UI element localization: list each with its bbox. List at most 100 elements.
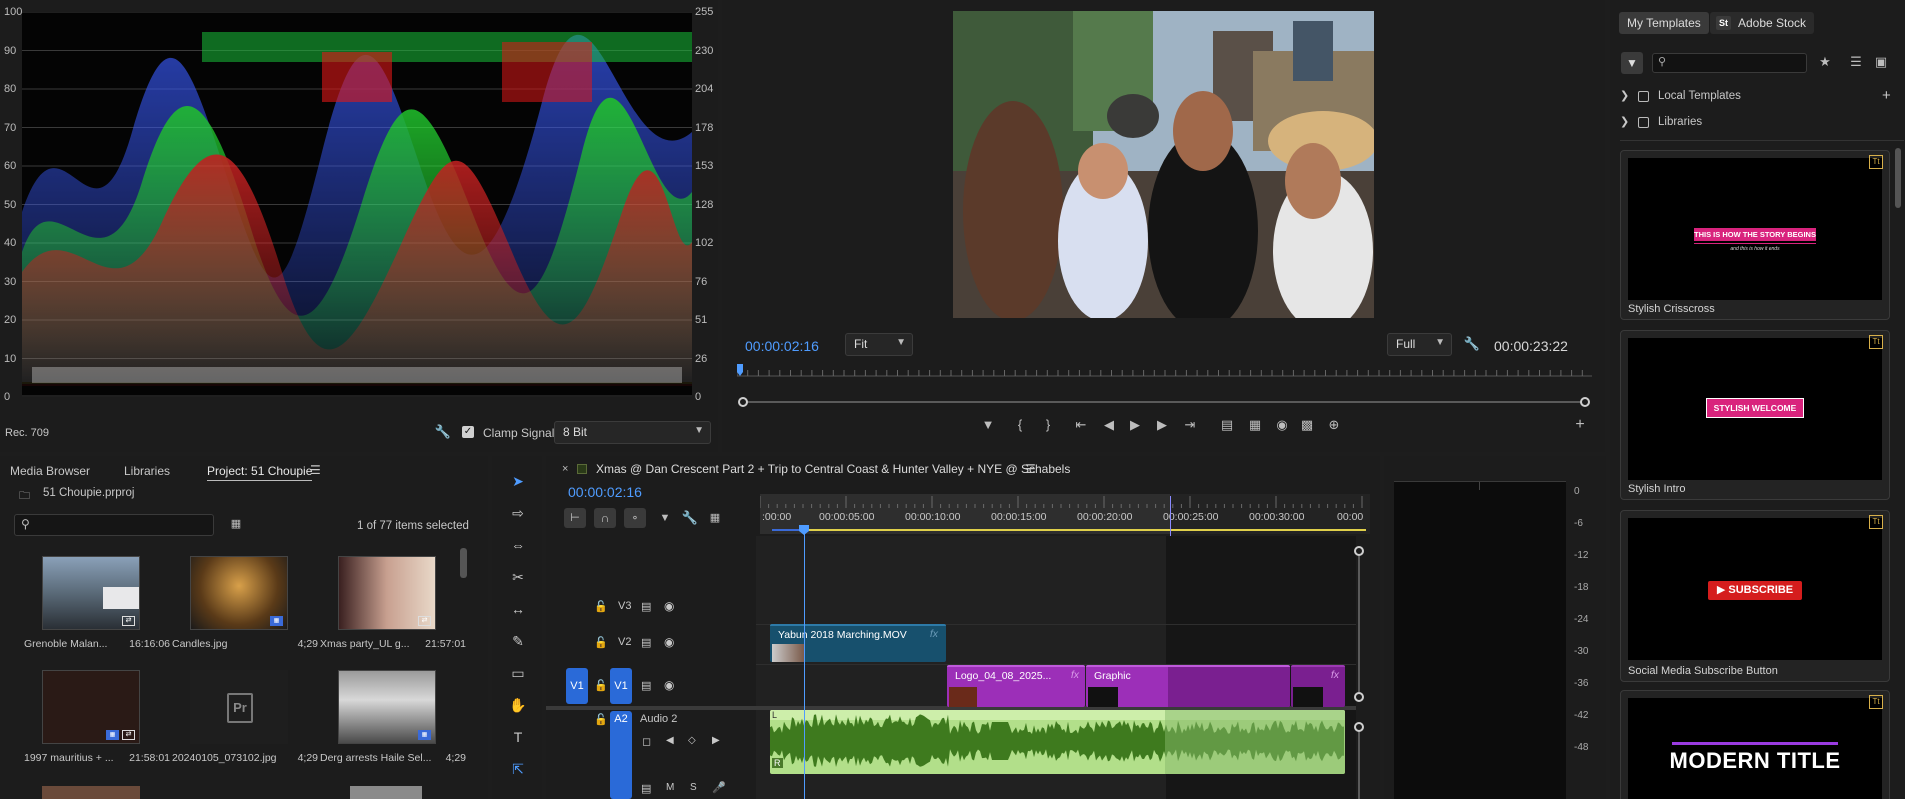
go-to-out-icon[interactable]: ⇥: [1181, 417, 1199, 435]
template-card[interactable]: STYLISH WELCOME Tt Stylish Intro: [1620, 330, 1890, 500]
bit-depth-select[interactable]: 8 Bit ▼: [554, 421, 711, 444]
zoom-fit-select[interactable]: Fit ▼: [845, 333, 913, 356]
source-patch-v1[interactable]: V1: [566, 668, 588, 704]
star-icon[interactable]: ★: [1816, 54, 1834, 72]
tab-libraries[interactable]: Libraries: [124, 464, 170, 478]
lock-icon[interactable]: 🔓: [594, 713, 608, 726]
program-timecode-current[interactable]: 00:00:02:16: [745, 338, 819, 354]
timeline-ruler[interactable]: :00:00 00:00:05:00 00:00:10:00 00:00:15:…: [760, 494, 1370, 534]
new-item-icon[interactable]: ▣: [1872, 54, 1890, 72]
project-item[interactable]: ⇄ Xmas party_UL g... 21:57:01: [320, 556, 468, 666]
razor-tool-icon[interactable]: ✂: [506, 566, 530, 588]
rectangle-tool-icon[interactable]: ▭: [506, 662, 530, 684]
tab-my-templates[interactable]: My Templates: [1619, 12, 1709, 34]
tab-media-browser[interactable]: Media Browser: [10, 464, 90, 478]
project-item[interactable]: ▦ ⇄ 1997 mauritius + ... 21:58:01: [24, 670, 172, 780]
ripple-edit-tool-icon[interactable]: ⇔: [506, 534, 530, 556]
add-button-icon[interactable]: +: [1571, 417, 1589, 435]
project-item[interactable]: ▦ Candles.jpg 4;29: [172, 556, 320, 666]
proxy-toggle-icon[interactable]: ⊕: [1325, 417, 1343, 435]
sequence-tab[interactable]: Xmas @ Dan Crescent Part 2 + Trip to Cen…: [596, 462, 1070, 476]
timeline-timecode[interactable]: 00:00:02:16: [568, 484, 642, 500]
project-item[interactable]: ⇄ Grenoble Malan... 16:16:06: [24, 556, 172, 666]
export-frame-icon[interactable]: ◉: [1273, 417, 1291, 435]
tree-item-libraries[interactable]: ❯ Libraries: [1620, 113, 1900, 133]
snap-magnet-icon[interactable]: ∩: [594, 508, 616, 528]
tree-item-local-templates[interactable]: ❯ Local Templates +: [1620, 87, 1900, 107]
template-card[interactable]: ▶ SUBSCRIBE Tt Social Media Subscribe Bu…: [1620, 510, 1890, 682]
extract-icon[interactable]: ▦: [1246, 417, 1264, 435]
playback-resolution-select[interactable]: Full ▼: [1387, 333, 1452, 356]
step-forward-icon[interactable]: ▶: [1153, 417, 1171, 435]
eye-icon[interactable]: ◉: [664, 635, 674, 649]
program-time-ruler[interactable]: [736, 362, 1592, 380]
track-select-tool-icon[interactable]: ⇨: [506, 502, 530, 524]
clip-audio[interactable]: L R: [770, 710, 1345, 774]
eye-icon[interactable]: ◉: [664, 599, 674, 613]
lock-icon[interactable]: 🔓: [594, 679, 608, 692]
clip-logo[interactable]: Logo_04_08_2025... fx: [947, 665, 1085, 707]
lock-icon[interactable]: 🔓: [594, 636, 608, 649]
close-icon[interactable]: ×: [562, 463, 568, 475]
panel-menu-icon[interactable]: ☰: [1025, 462, 1036, 476]
prev-keyframe-icon[interactable]: ◀: [666, 735, 674, 746]
list-view-icon[interactable]: ☰: [1847, 54, 1865, 72]
type-tool-icon[interactable]: T: [506, 726, 530, 748]
scrollbar-handle-bottom[interactable]: [1354, 692, 1364, 702]
add-icon[interactable]: +: [1882, 87, 1891, 104]
item-thumbnail[interactable]: [42, 786, 140, 799]
filter-icon[interactable]: ▼: [1621, 52, 1643, 74]
clip-yabun-marching[interactable]: Yabun 2018 Marching.MOV fx: [770, 624, 946, 662]
eye-icon[interactable]: ◉: [664, 678, 674, 692]
clip-graphic[interactable]: Graphic fx: [1086, 665, 1290, 707]
pen-tool-icon[interactable]: ✎: [506, 630, 530, 652]
template-search-input[interactable]: ⚲: [1652, 53, 1807, 73]
comparison-view-icon[interactable]: ▩: [1298, 417, 1316, 435]
step-back-icon[interactable]: ◀: [1100, 417, 1118, 435]
generative-extend-tool-icon[interactable]: ⇱: [506, 758, 530, 780]
clamp-signal-checkbox[interactable]: ✓: [462, 426, 474, 438]
add-marker-icon[interactable]: ▼: [656, 510, 674, 528]
wrench-icon[interactable]: 🔧: [681, 510, 699, 528]
microphone-icon[interactable]: 🎤: [712, 781, 726, 794]
scrollbar-handle-left[interactable]: [738, 397, 748, 407]
project-item[interactable]: ▦ Derg arrests Haile Sel... 4;29: [320, 670, 468, 780]
marker-icon[interactable]: ▼: [979, 417, 997, 435]
go-to-in-icon[interactable]: ⇤: [1072, 417, 1090, 435]
template-card[interactable]: MODERN TITLE Tt: [1620, 690, 1890, 799]
playhead-line[interactable]: [804, 534, 805, 799]
sync-lock-icon[interactable]: ▤: [641, 782, 651, 795]
find-icon[interactable]: ▦: [227, 516, 245, 534]
tab-adobe-stock[interactable]: St Adobe Stock: [1710, 12, 1815, 34]
item-thumbnail[interactable]: [350, 786, 422, 799]
lock-icon[interactable]: 🔓: [594, 600, 608, 613]
track-target-v1[interactable]: V1: [610, 668, 632, 704]
play-icon[interactable]: ▶: [1126, 417, 1144, 435]
tab-project[interactable]: Project: 51 Choupie: [207, 464, 313, 481]
tree-checkbox[interactable]: [1638, 117, 1649, 128]
selection-tool-icon[interactable]: ➤: [506, 470, 530, 492]
slip-tool-icon[interactable]: ↔: [506, 598, 530, 620]
next-keyframe-icon[interactable]: ▶: [712, 735, 720, 746]
mute-button[interactable]: M: [666, 782, 674, 793]
program-zoom-scrollbar[interactable]: [738, 397, 1590, 407]
sync-lock-icon[interactable]: ▤: [641, 636, 651, 649]
project-item[interactable]: Pr 20240105_073102.jpg 4;29: [172, 670, 320, 780]
project-search-input[interactable]: ⚲: [14, 514, 214, 536]
keyframe-icon[interactable]: ◻: [642, 735, 651, 748]
sync-lock-icon[interactable]: ▤: [641, 600, 651, 613]
clip-graphic-end[interactable]: fx: [1291, 665, 1345, 707]
sync-lock-icon[interactable]: ▤: [641, 679, 651, 692]
wrench-icon[interactable]: 🔧: [1463, 336, 1481, 354]
wrench-icon[interactable]: 🔧: [434, 424, 452, 442]
hand-tool-icon[interactable]: ✋: [506, 694, 530, 716]
scrollbar-handle-right[interactable]: [1580, 397, 1590, 407]
captions-icon[interactable]: ▦: [706, 510, 724, 528]
project-scrollbar[interactable]: [460, 548, 467, 578]
mark-in-icon[interactable]: {: [1011, 417, 1029, 435]
audio-scrollbar-handle[interactable]: [1354, 722, 1364, 732]
scrollbar-handle-top[interactable]: [1354, 546, 1364, 556]
lift-icon[interactable]: ▤: [1218, 417, 1236, 435]
chevron-right-icon[interactable]: ❯: [1620, 89, 1629, 102]
nest-toggle-icon[interactable]: ⊢: [564, 508, 586, 528]
